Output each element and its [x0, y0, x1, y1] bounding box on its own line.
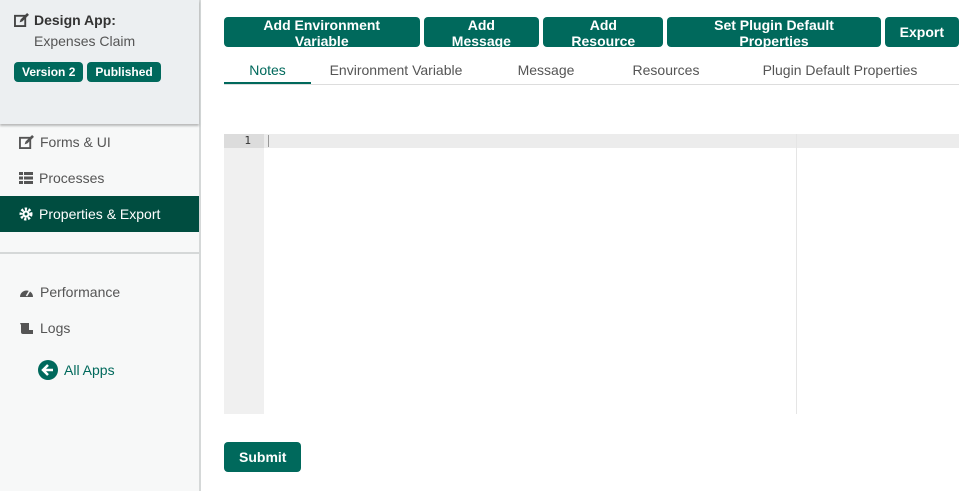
scroll-icon: [20, 322, 33, 334]
divider: [0, 252, 199, 254]
tab-environment-variable[interactable]: Environment Variable: [311, 55, 481, 84]
tab-bar: Notes Environment Variable Message Resou…: [224, 55, 959, 85]
gear-icon: [19, 207, 33, 221]
sidebar-item-performance[interactable]: Performance: [0, 274, 199, 310]
sidebar-item-label: Properties & Export: [39, 206, 161, 222]
export-button[interactable]: Export: [884, 17, 959, 47]
arrow-left-circle-icon: [38, 360, 58, 380]
sidebar: Design App: Expenses Claim Version 2 Publ…: [0, 0, 201, 491]
add-environment-variable-button[interactable]: Add Environment Variable: [224, 17, 420, 49]
app-label: Design App:: [34, 12, 116, 28]
list-icon: [19, 172, 33, 184]
tab-resources[interactable]: Resources: [611, 55, 721, 84]
app-header: Design App: Expenses Claim Version 2 Publ…: [0, 0, 199, 124]
app-name: Expenses Claim: [34, 33, 136, 49]
add-resource-button[interactable]: Add Resource: [543, 17, 664, 49]
tab-notes[interactable]: Notes: [224, 55, 311, 84]
sidebar-item-label: Processes: [39, 170, 105, 186]
submit-button[interactable]: Submit: [224, 442, 302, 472]
line-number: 1: [224, 134, 264, 148]
tab-plugin-default-properties[interactable]: Plugin Default Properties: [721, 55, 959, 84]
sidebar-item-label: Logs: [40, 320, 71, 336]
sidebar-item-processes[interactable]: Processes: [0, 160, 199, 196]
edit-icon: [19, 135, 34, 149]
line-gutter: 1: [224, 134, 264, 414]
tab-message[interactable]: Message: [481, 55, 611, 84]
add-message-button[interactable]: Add Message: [423, 17, 540, 49]
active-line: [264, 134, 959, 148]
sidebar-item-label: Forms & UI: [40, 134, 111, 150]
set-plugin-default-properties-button[interactable]: Set Plugin Default Properties: [667, 17, 881, 49]
status-badge: Published: [87, 62, 161, 82]
edit-icon: [14, 13, 29, 27]
sidebar-item-forms-ui[interactable]: Forms & UI: [0, 124, 199, 160]
gauge-icon: [20, 290, 33, 297]
all-apps-link[interactable]: All Apps: [38, 360, 199, 380]
notes-editor[interactable]: 1: [224, 134, 959, 414]
main-content: Add Environment Variable Add Message Add…: [224, 0, 959, 472]
text-cursor: [268, 135, 269, 147]
sidebar-item-logs[interactable]: Logs: [0, 310, 199, 346]
sidebar-item-properties-export[interactable]: Properties & Export: [0, 196, 199, 232]
print-margin: [796, 134, 797, 414]
sidebar-item-label: Performance: [40, 284, 121, 300]
all-apps-label: All Apps: [64, 362, 115, 378]
version-badge: Version 2: [14, 62, 84, 82]
